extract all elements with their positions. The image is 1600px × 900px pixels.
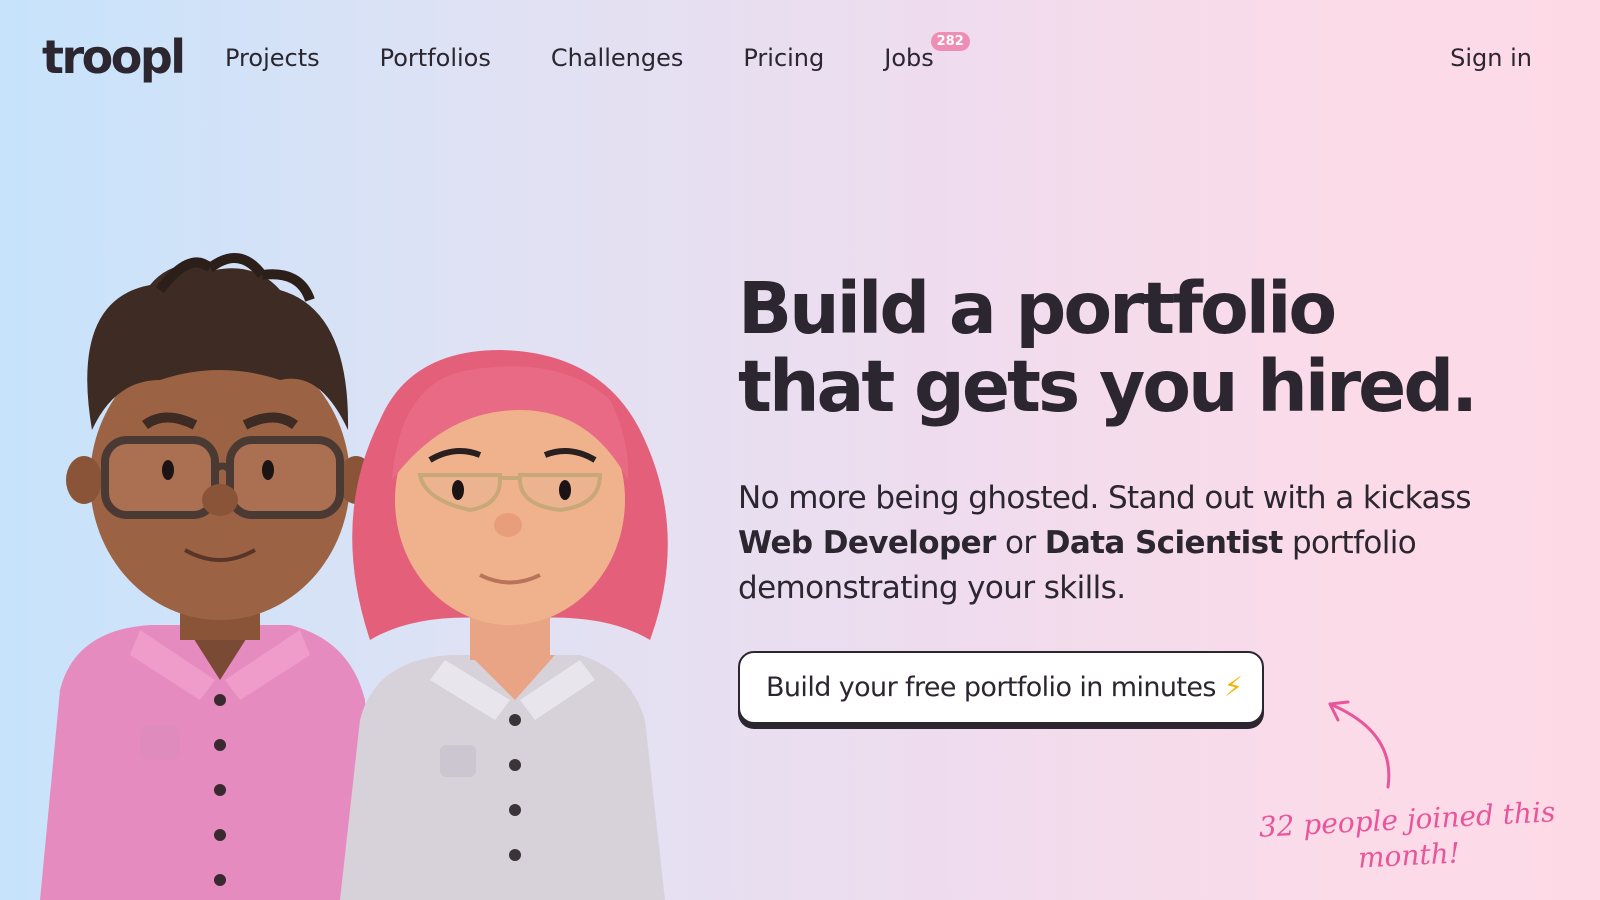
man-character [40, 253, 380, 900]
cta-label: Build your free portfolio in minutes [766, 672, 1216, 703]
build-portfolio-button[interactable]: Build your free portfolio in minutes ⚡ [738, 651, 1264, 724]
woman-character [340, 350, 668, 900]
nav-jobs-label: Jobs [884, 44, 934, 72]
joined-this-month-note: 32 people joined this month! [1257, 795, 1557, 875]
nav-jobs[interactable]: Jobs 282 [884, 32, 970, 72]
lightning-icon: ⚡ [1223, 672, 1243, 703]
nav-challenges[interactable]: Challenges [551, 44, 684, 72]
characters-illustration [40, 253, 668, 900]
headline-line-2: that gets you hired. [738, 345, 1478, 428]
hero-section: Build a portfolio that gets you hired. N… [738, 270, 1558, 642]
troopl-logo[interactable]: troopl [42, 30, 186, 84]
sign-in-link[interactable]: Sign in [1450, 44, 1532, 72]
hero-subtitle: No more being ghosted. Stand out with a … [738, 476, 1558, 611]
sub-part-1: No more being ghosted. Stand out with a … [738, 480, 1472, 516]
hero-headline: Build a portfolio that gets you hired. [738, 270, 1558, 426]
web-developer-text: Web Developer [738, 525, 996, 561]
main-nav: Projects Portfolios Challenges Pricing J… [225, 32, 994, 72]
nav-pricing[interactable]: Pricing [743, 44, 824, 72]
data-scientist-text: Data Scientist [1044, 525, 1284, 561]
sub-part-2: or [1004, 525, 1036, 561]
headline-line-1: Build a portfolio [738, 267, 1337, 350]
nav-portfolios[interactable]: Portfolios [380, 44, 491, 72]
jobs-count-badge: 282 [930, 32, 970, 51]
nav-projects[interactable]: Projects [225, 44, 320, 72]
curved-arrow-icon [1328, 700, 1391, 789]
